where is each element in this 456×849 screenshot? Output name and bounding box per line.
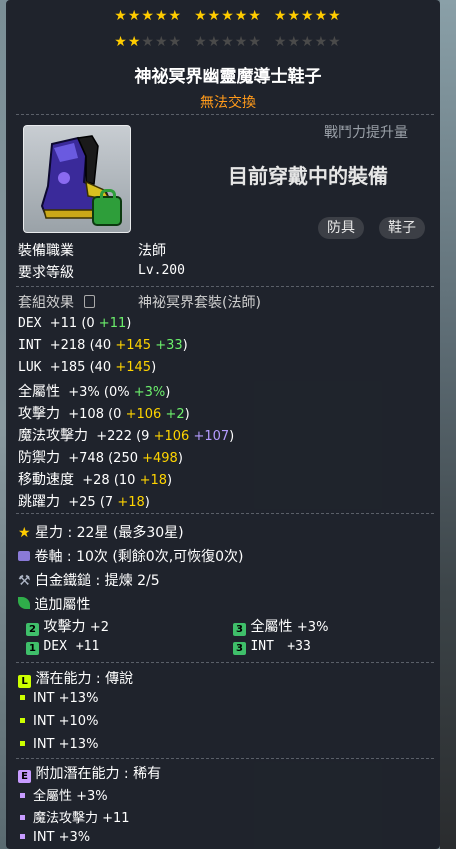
star-filled-icon: ★ [194,8,208,24]
divider [16,758,434,759]
hammer-icon: ⚒ [18,573,31,589]
equipped-status: 目前穿戴中的裝備 [228,164,388,188]
hammer-line: ⚒ 白金鐵鎚 : 提煉 2/5 [18,573,160,589]
game-background-right [440,0,456,849]
grade-icon: 2 [26,623,39,636]
bullet-icon [20,695,25,700]
grade-icon: 1 [26,642,39,655]
star-empty-icon: ★ [287,34,302,50]
star-filled-icon: ★ [328,8,342,24]
potential-line: INT +10% [20,713,98,729]
job-label: 裝備職業 [18,243,74,259]
star-filled-icon: ★ [273,8,288,24]
star-empty-icon: ★ [328,34,342,50]
bullet-icon [20,718,25,723]
rare-grade-icon: E [18,770,31,783]
star-empty-icon: ★ [154,34,169,50]
stat-row: 魔法攻擊力 +222 (9 +106 +107) [18,428,235,444]
starforce-stars-row-2: ★★★★★ ★★★★★ ★★★★★ [0,34,456,50]
bullet-icon [20,815,25,820]
grade-icon: 3 [233,642,246,655]
stat-row: 防禦力 +748 (250 +498) [18,450,183,466]
tag-shoes: 鞋子 [379,217,425,239]
star-empty-icon: ★ [207,34,222,50]
level-label: 要求等級 [18,265,74,281]
potential-line: INT +13% [20,690,98,706]
star-filled-icon: ★ [207,8,222,24]
potential-line: 全屬性 +3% [20,785,108,804]
potential-line: INT +3% [20,829,90,845]
stat-row: INT +218 (40 +145 +33) [18,338,188,353]
star-empty-icon: ★ [168,34,183,50]
bullet-icon [20,741,25,746]
item-name: 神祕冥界幽靈魔導士鞋子 [134,67,322,87]
star-empty-icon: ★ [301,34,315,50]
divider [16,513,434,514]
divider [16,114,434,115]
bonus-stat-3: 1 DEX +11 [26,638,99,655]
star-filled-icon: ★ [141,8,155,24]
star-empty-icon: ★ [221,34,235,50]
set-info-icon[interactable] [84,295,96,308]
star-empty-icon: ★ [141,34,155,50]
divider [16,662,434,663]
bonus-stat-4: 3 INT +33 [233,638,311,655]
stat-row: LUK +185 (40 +145) [18,360,157,375]
leaf-icon [18,597,30,609]
starforce-line: ★ 星力 : 22星 (最多30星) [18,525,184,541]
stat-row: DEX +11 (0 +11) [18,316,132,331]
potential-line: 魔法攻擊力 +11 [20,807,130,826]
additional-potential-header: E 附加潛在能力 : 稀有 [18,763,161,783]
legendary-grade-icon: L [18,675,31,688]
bonus-stats-label: 追加屬性 [18,594,90,614]
grade-icon: 3 [233,623,246,636]
set-effect-label: 套組效果 [18,292,96,312]
star-filled-icon: ★ [287,8,302,24]
combat-power-label: 戰鬥力提升量 [324,125,408,141]
stat-row: 移動速度 +28 (10 +18) [18,472,173,488]
divider [16,286,434,287]
star-filled-icon: ★ [248,8,262,24]
star-filled-icon: ★ [154,8,169,24]
star-empty-icon: ★ [194,34,208,50]
stat-row: 攻擊力 +108 (0 +106 +2) [18,406,190,422]
trade-status: 無法交換 [200,95,256,111]
star-filled-icon: ★ [221,8,235,24]
star-empty-icon: ★ [248,34,262,50]
star-filled-icon: ★ [234,8,249,24]
star-filled-icon: ★ [301,8,315,24]
star-empty-icon: ★ [234,34,249,50]
job-value: 法師 [138,243,166,259]
star-empty-icon: ★ [314,34,329,50]
bonus-stat-2: 3 全屬性 +3% [233,616,328,636]
bonus-stat-1: 2 攻擊力 +2 [26,616,109,636]
stat-row: 跳躍力 +25 (7 +18) [18,494,150,510]
bullet-icon [20,834,25,839]
star-filled-icon: ★ [127,8,142,24]
set-effect-value: 神祕冥界套裝(法師) [138,295,261,311]
item-icon-frame [23,125,131,233]
tag-armor: 防具 [318,217,364,239]
potential-header: L 潛在能力 : 傳說 [18,668,133,688]
bullet-icon [20,793,25,798]
star-filled-icon: ★ [114,34,128,50]
star-filled-icon: ★ [127,34,142,50]
stat-row: 全屬性 +3% (0% +3%) [18,384,171,400]
star-filled-icon: ★ [114,8,128,24]
lock-icon [92,189,122,226]
level-value: Lv.200 [138,263,185,278]
potential-line: INT +13% [20,736,98,752]
star-empty-icon: ★ [273,34,288,50]
star-filled-icon: ★ [314,8,329,24]
scroll-icon [18,551,30,561]
scroll-line: 卷軸 : 10次 (剩餘0次,可恢復0次) [18,546,244,566]
starforce-stars-row-1: ★★★★★ ★★★★★ ★★★★★ [0,8,456,24]
star-filled-icon: ★ [168,8,183,24]
star-icon: ★ [18,525,31,541]
